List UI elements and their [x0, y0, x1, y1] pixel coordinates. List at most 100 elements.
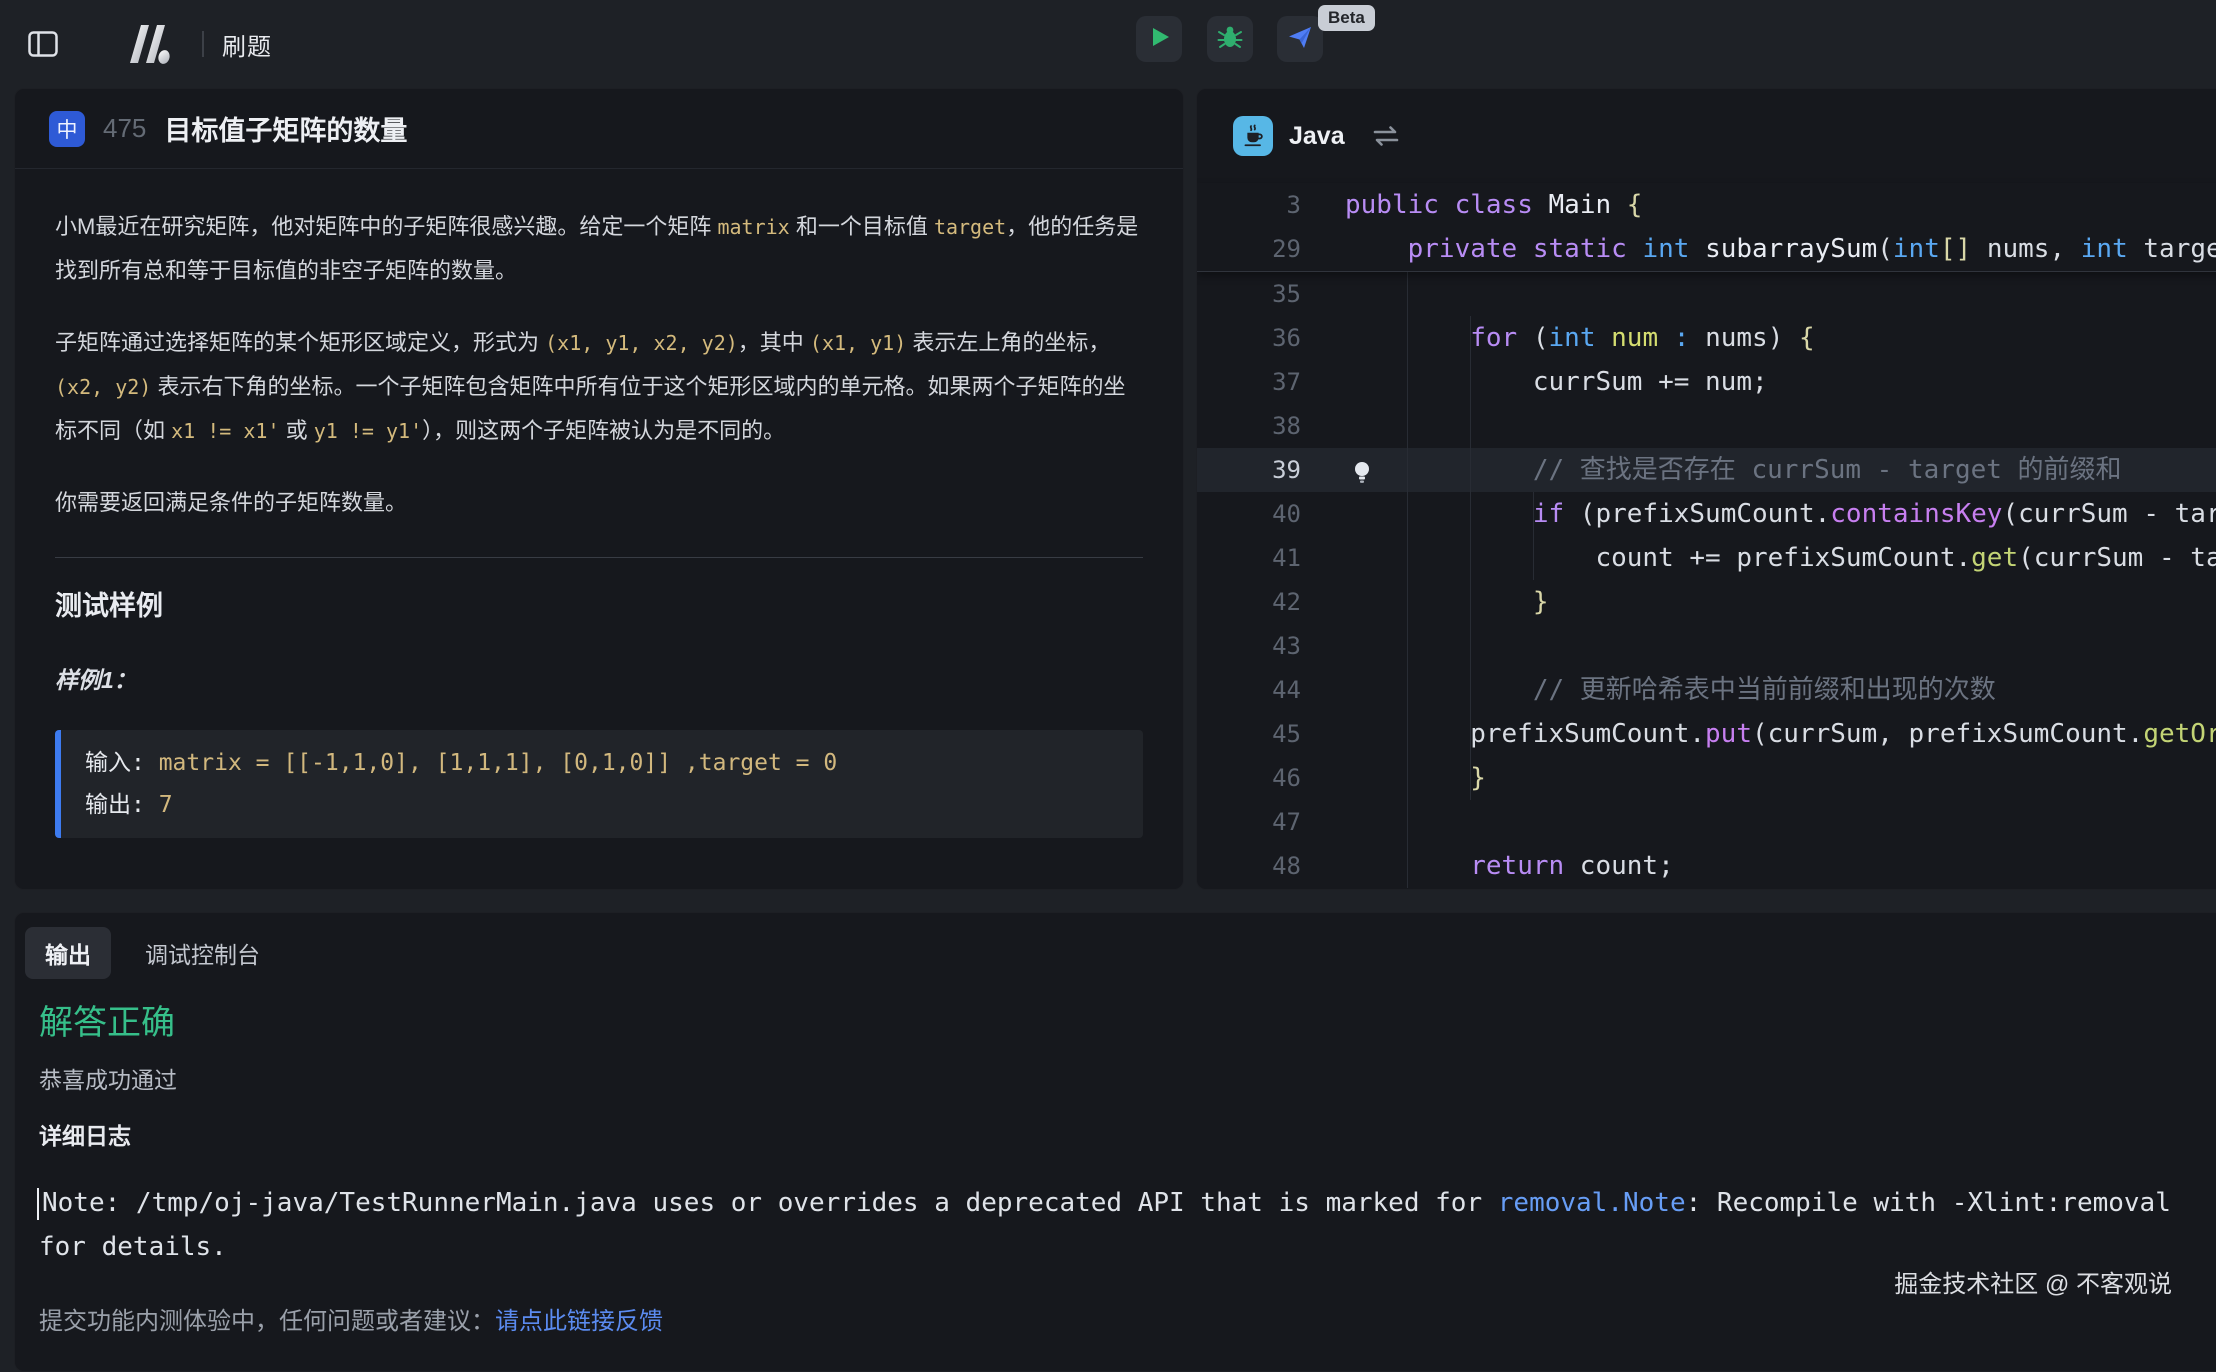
java-icon	[1233, 116, 1273, 156]
code-editor[interactable]: 3public class Main {29 private static in…	[1197, 183, 2216, 888]
output-tabs: 输出 调试控制台	[25, 927, 280, 979]
code-line-47[interactable]: 47	[1197, 800, 2216, 844]
problem-id: 475	[103, 113, 146, 144]
code-line-40[interactable]: 40 if (prefixSumCount.containsKey(currSu…	[1197, 492, 2216, 536]
sample-input-line: 输入: matrix = [[-1,1,0], [1,1,1], [0,1,0]…	[85, 742, 1119, 784]
line-number[interactable]: 48	[1197, 844, 1345, 888]
problem-panel: 中 475 目标值子矩阵的数量 小M最近在研究矩阵，他对矩阵中的子矩阵很感兴趣。…	[14, 88, 1184, 890]
tab-debug-console[interactable]: 调试控制台	[125, 927, 280, 979]
tab-output[interactable]: 输出	[25, 927, 111, 979]
language-swap-icon[interactable]	[1371, 124, 1401, 148]
problem-header: 中 475 目标值子矩阵的数量	[15, 89, 1183, 169]
submit-button[interactable]	[1277, 16, 1323, 62]
inline-code: (x1, y1)	[810, 331, 906, 355]
line-number[interactable]: 45	[1197, 712, 1345, 756]
code-line-44[interactable]: 44 // 更新哈希表中当前前缀和出现的次数	[1197, 668, 2216, 712]
code-line-35[interactable]: 35	[1197, 272, 2216, 316]
code-line-37[interactable]: 37 currSum += num;	[1197, 360, 2216, 404]
problem-paragraph: 你需要返回满足条件的子矩阵数量。	[55, 481, 1143, 525]
line-number[interactable]: 35	[1197, 272, 1345, 316]
log-link[interactable]: removal.Note	[1498, 1188, 1686, 1218]
code-line-3[interactable]: 3public class Main {	[1197, 183, 2216, 227]
code-line-41[interactable]: 41 count += prefixSumCount.get(currSum -…	[1197, 536, 2216, 580]
code-lines: 3536 for (int num : nums) {37 currSum +=…	[1197, 272, 2216, 888]
inline-code: y1 != y1'	[314, 419, 422, 443]
marscode-logo	[122, 23, 180, 65]
line-number[interactable]: 37	[1197, 360, 1345, 404]
inline-code: (x2, y2)	[55, 375, 151, 399]
section-divider	[55, 557, 1143, 558]
code-text: return count;	[1345, 844, 1674, 888]
code-text: }	[1345, 756, 1486, 800]
feedback-note: 提交功能内测体验中，任何问题或者建议：请点此链接反馈	[39, 1301, 663, 1336]
line-number[interactable]: 29	[1197, 227, 1345, 271]
code-text: // 查找是否存在 currSum - target 的前缀和	[1345, 448, 2122, 492]
debug-icon	[1216, 23, 1244, 56]
problem-paragraph: 小M最近在研究矩阵，他对矩阵中的子矩阵很感兴趣。给定一个矩阵 matrix 和一…	[55, 205, 1143, 293]
sticky-scroll-lines: 3public class Main {29 private static in…	[1197, 183, 2216, 272]
line-number[interactable]: 38	[1197, 404, 1345, 448]
inline-code: matrix	[717, 215, 789, 239]
sample-io-block: 输入: matrix = [[-1,1,0], [1,1,1], [0,1,0]…	[55, 730, 1143, 838]
code-text: count += prefixSumCount.get(currSum - ta…	[1345, 536, 2216, 580]
code-line-43[interactable]: 43	[1197, 624, 2216, 668]
line-number[interactable]: 40	[1197, 492, 1345, 536]
watermark: 掘金技术社区 @ 不客观说	[1894, 1264, 2172, 1299]
indent-guide	[1533, 492, 1534, 580]
code-line-42[interactable]: 42 }	[1197, 580, 2216, 624]
code-line-46[interactable]: 46 }	[1197, 756, 2216, 800]
line-number[interactable]: 42	[1197, 580, 1345, 624]
code-text: // 更新哈希表中当前前缀和出现的次数	[1345, 668, 1996, 712]
line-number[interactable]: 39	[1197, 448, 1345, 492]
problem-paragraph: 子矩阵通过选择矩阵的某个矩形区域定义，形式为 (x1, y1, x2, y2)，…	[55, 321, 1143, 453]
inline-code: x1 != x1'	[171, 419, 279, 443]
line-number[interactable]: 43	[1197, 624, 1345, 668]
code-line-48[interactable]: 48 return count;	[1197, 844, 2216, 888]
indent-guide	[1407, 272, 1408, 888]
code-line-39[interactable]: 39 // 查找是否存在 currSum - target 的前缀和	[1197, 448, 2216, 492]
problem-description: 小M最近在研究矩阵，他对矩阵中的子矩阵很感兴趣。给定一个矩阵 matrix 和一…	[15, 169, 1183, 838]
language-label: Java	[1289, 122, 1345, 151]
line-number[interactable]: 36	[1197, 316, 1345, 360]
app-label: 刷题	[222, 27, 272, 62]
line-number[interactable]: 46	[1197, 756, 1345, 800]
code-text: public class Main {	[1345, 183, 1642, 227]
log-heading: 详细日志	[39, 1117, 131, 1151]
line-number[interactable]: 41	[1197, 536, 1345, 580]
log-text[interactable]: Note: /tmp/oj-java/TestRunnerMain.java u…	[39, 1181, 2209, 1269]
run-icon	[1146, 24, 1172, 55]
line-number[interactable]: 44	[1197, 668, 1345, 712]
code-text: }	[1345, 580, 1549, 624]
output-panel: 输出 调试控制台 解答正确 恭喜成功通过 详细日志 Note: /tmp/oj-…	[14, 912, 2216, 1372]
line-number[interactable]: 47	[1197, 800, 1345, 844]
sidebar-toggle-icon[interactable]	[26, 29, 60, 59]
beta-badge: Beta	[1318, 5, 1375, 31]
code-text: if (prefixSumCount.containsKey(currSum -…	[1345, 492, 2216, 536]
code-editor-panel: Java 3public class Main {29 private stat…	[1196, 88, 2216, 890]
inline-code: target	[934, 215, 1006, 239]
run-button[interactable]	[1136, 16, 1182, 62]
app-window: { "topbar": { "app_label": "刷题", "icons"…	[0, 0, 2216, 1330]
code-text: private static int subarraySum(int[] num…	[1345, 227, 2216, 271]
indent-guide	[1470, 316, 1471, 800]
examples-heading: 测试样例	[55, 584, 1143, 628]
topbar: 刷题 Beta	[0, 0, 2216, 88]
code-line-36[interactable]: 36 for (int num : nums) {	[1197, 316, 2216, 360]
code-line-29[interactable]: 29 private static int subarraySum(int[] …	[1197, 227, 2216, 271]
problem-title: 目标值子矩阵的数量	[164, 109, 407, 148]
line-number[interactable]: 3	[1197, 183, 1345, 227]
submit-paper-plane-icon	[1286, 23, 1314, 56]
code-text: for (int num : nums) {	[1345, 316, 1815, 360]
code-line-38[interactable]: 38	[1197, 404, 2216, 448]
text-cursor	[37, 1188, 39, 1220]
sample-output-line: 输出: 7	[85, 784, 1119, 826]
difficulty-badge: 中	[49, 111, 85, 147]
topbar-divider	[202, 31, 204, 57]
feedback-link[interactable]: 请点此链接反馈	[495, 1308, 663, 1335]
editor-header: Java	[1197, 89, 2216, 183]
inline-code: (x1, y1, x2, y2)	[545, 331, 738, 355]
code-text: currSum += num;	[1345, 360, 1768, 404]
code-line-45[interactable]: 45 prefixSumCount.put(currSum, prefixSum…	[1197, 712, 2216, 756]
result-status: 解答正确	[39, 995, 175, 1044]
debug-button[interactable]	[1207, 16, 1253, 62]
